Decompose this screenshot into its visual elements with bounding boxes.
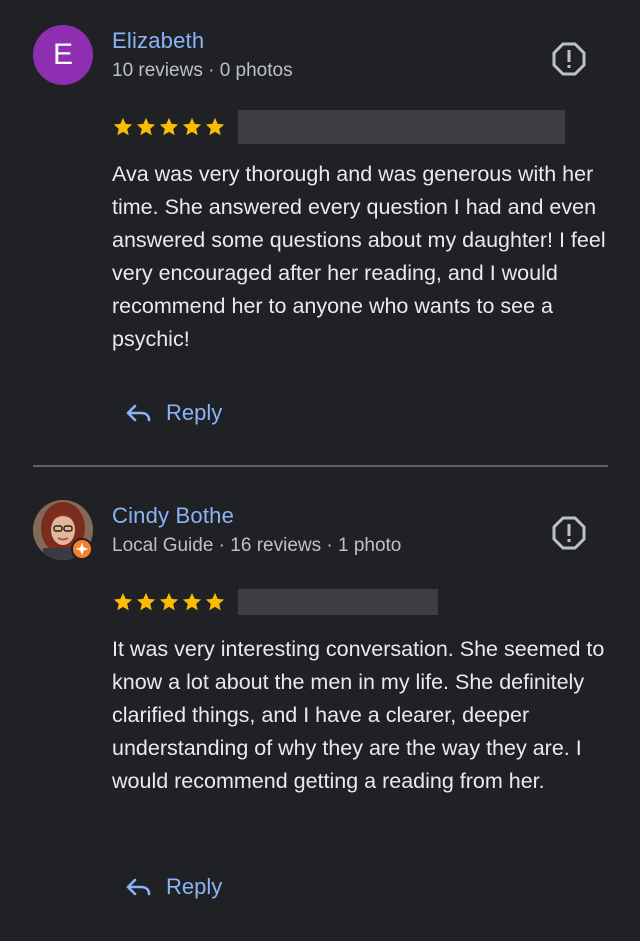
reply-arrow-icon [126,878,151,896]
local-guide-badge-icon [71,538,93,560]
reply-button[interactable]: Reply [124,874,222,900]
star-icon [182,592,202,611]
star-icon [205,592,225,611]
reviewer-name[interactable]: Cindy Bothe [112,503,234,529]
avatar[interactable] [33,500,93,560]
review-card: Cindy Bothe Local Guide · 16 reviews · 1… [0,0,640,941]
star-icon [113,592,133,611]
star-rating [112,591,226,613]
star-icon [159,592,179,611]
star-icon [136,592,156,611]
review-text: It was very interesting conversation. Sh… [112,637,605,793]
redacted-date [238,589,438,615]
report-flag-icon[interactable] [552,516,586,550]
reply-label: Reply [166,874,223,899]
reviewer-meta: Local Guide · 16 reviews · 1 photo [112,535,402,556]
